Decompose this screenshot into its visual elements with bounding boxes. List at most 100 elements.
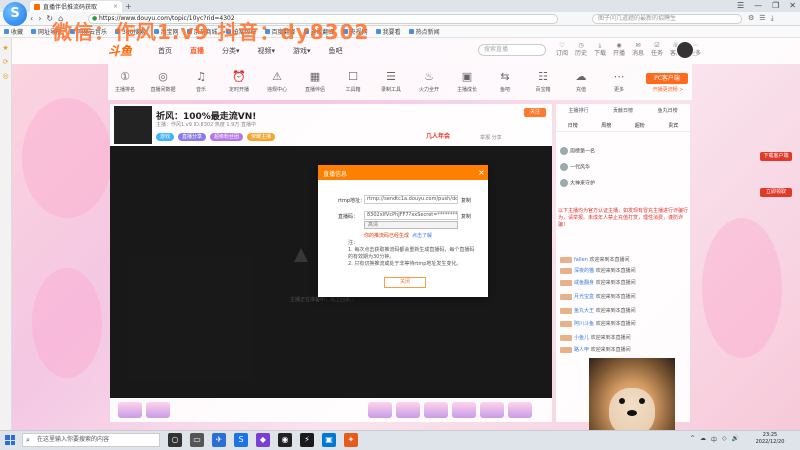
taskbar-app-icon[interactable]: ▣	[322, 433, 336, 447]
follow-button[interactable]: 关注	[524, 108, 546, 117]
gift-item[interactable]	[118, 402, 142, 418]
tool-recharge[interactable]: ☁ 充值	[566, 70, 596, 93]
tab-active[interactable]: 直播伴侣推流码获取 ×	[30, 1, 122, 12]
user-avatar[interactable]	[676, 41, 694, 59]
chat-message[interactable]: 咸鱼翻身 欢迎来到本直播间	[560, 279, 636, 286]
tool-treasure[interactable]: ☷ 百宝箱	[528, 70, 558, 93]
chat-message[interactable]: 深夜的猫 欢迎来到本直播间	[560, 267, 636, 274]
rank-header-item[interactable]: 鱼丸日榜	[658, 104, 678, 118]
taskbar-clock[interactable]: 23:25 2022/12/20	[750, 432, 790, 446]
gift-item[interactable]	[452, 402, 476, 418]
rank-item[interactable]: 一代风华	[560, 163, 590, 171]
message-icon[interactable]: ✉ 消息	[632, 42, 644, 58]
rank-item[interactable]: 周榜第一名	[560, 147, 595, 155]
gift-item[interactable]	[368, 402, 392, 418]
chat-message[interactable]: 阿川斗鱼 欢迎来到本直播间	[560, 320, 636, 327]
tray-volume-icon[interactable]: 🔊	[732, 435, 739, 444]
tab-weekly[interactable]: 周榜	[601, 120, 611, 131]
menu-icon[interactable]: ☰	[737, 0, 744, 12]
tool-companion[interactable]: ▦ 直播伴侣	[300, 70, 330, 93]
start-button[interactable]	[5, 435, 15, 445]
maximize-button[interactable]: ❐	[772, 0, 779, 12]
tab-vip[interactable]: 贵宾	[668, 120, 678, 131]
douyu-search-input[interactable]: 搜索直播	[478, 44, 546, 56]
tool-music[interactable]: ♫ 音乐	[186, 70, 216, 93]
bookmark-item[interactable]: 热点新闻	[408, 27, 440, 36]
new-tab-button[interactable]: +	[125, 1, 132, 12]
pc-client-button[interactable]: PC客户端	[646, 73, 688, 84]
forward-button[interactable]: ›	[38, 14, 41, 23]
favorites-star-icon[interactable]: ★	[0, 44, 11, 52]
broadcast-icon[interactable]: ◉ 开播	[613, 42, 625, 58]
target-icon[interactable]: ◎	[0, 72, 11, 80]
taskbar-app-icon[interactable]: ○	[168, 433, 182, 447]
nav-video[interactable]: 视频▾	[258, 46, 276, 56]
copy-key-button[interactable]: 复制	[461, 213, 471, 220]
streamer-avatar[interactable]	[114, 106, 152, 144]
rtmp-url-field[interactable]: rtmp://sendtc1a.douyu.com/push/douyu	[364, 195, 458, 204]
bookmark-item[interactable]: 收藏	[4, 27, 23, 36]
gift-item[interactable]	[424, 402, 448, 418]
chat-message[interactable]: fallen 欢迎来到本直播间	[560, 256, 629, 263]
taskbar-app-icon[interactable]: ▭	[190, 433, 204, 447]
browser-search-input[interactable]: 图子问几道题的最新的招聘生	[592, 14, 742, 24]
stream-key-field[interactable]: 8302xIfVcPhJFF7?xxSecret=**********	[364, 211, 458, 220]
subscribe-icon[interactable]: ♡ 订阅	[556, 42, 568, 58]
minimize-button[interactable]: —	[754, 0, 762, 12]
tab-close-icon[interactable]: ×	[113, 3, 118, 10]
nav-yuba[interactable]: 鱼吧	[329, 46, 343, 56]
room-event-label[interactable]: 几人年会	[426, 131, 450, 140]
tool-yuba[interactable]: ⇆ 鱼吧	[490, 70, 520, 93]
tool-violation[interactable]: ⚠ 违规中心	[262, 70, 292, 93]
room-tag[interactable]: 超级粉丝团	[210, 133, 244, 141]
learn-more-link[interactable]: 点击了解	[412, 233, 432, 239]
history-icon[interactable]: ⟳	[0, 58, 11, 66]
taskbar-app-icon[interactable]: ✦	[344, 433, 358, 447]
tab-super-fans[interactable]: 超粉	[635, 120, 645, 131]
download-icon[interactable]: ⤓	[771, 14, 774, 23]
chat-message[interactable]: 鱼丸大王 欢迎来到本直播间	[560, 307, 636, 314]
tool-firepower[interactable]: ♨ 火力全开	[414, 70, 444, 93]
hamburger-menu-icon[interactable]: ☰	[759, 14, 765, 23]
taskbar-app-icon[interactable]: ◆	[256, 433, 270, 447]
tab-daily[interactable]: 日榜	[568, 120, 578, 131]
nav-game[interactable]: 游戏▾	[293, 46, 311, 56]
tool-ranking[interactable]: ① 主播排名	[110, 70, 140, 93]
gift-item[interactable]	[480, 402, 504, 418]
tool-more[interactable]: ⋯ 更多	[604, 70, 634, 93]
ad-download-button[interactable]: 下载客户端	[760, 152, 792, 161]
tool-schedule[interactable]: ⏰ 定时开播	[224, 70, 254, 93]
settings-icon[interactable]: ⚙	[748, 14, 754, 23]
dialog-close-button[interactable]: 关闭	[384, 277, 426, 288]
copy-rtmp-button[interactable]: 复制	[461, 197, 471, 204]
history-icon[interactable]: ◷ 历史	[575, 42, 587, 58]
room-tag[interactable]: 直播分享	[178, 133, 207, 141]
report-share-links[interactable]: 举报 分享	[480, 134, 502, 141]
nav-home[interactable]: 首页	[158, 46, 172, 56]
tray-ime-icon[interactable]: 中	[711, 435, 717, 444]
taskbar-app-icon[interactable]: ✈	[212, 433, 226, 447]
tool-record[interactable]: ☰ 录制工具	[376, 70, 406, 93]
taskbar-search-input[interactable]: ⌕ 在这里输入你要搜索的内容	[22, 433, 160, 447]
download-icon[interactable]: ⤓ 下载	[594, 42, 606, 58]
tray-network-icon[interactable]: ◇	[722, 435, 727, 444]
gift-item[interactable]	[396, 402, 420, 418]
tool-growth[interactable]: ▣ 主播成长	[452, 70, 482, 93]
tool-toolbox[interactable]: ☐ 工具箱	[338, 70, 368, 93]
chat-message[interactable]: 路人甲 欢迎来到本直播间	[560, 346, 631, 353]
gift-item[interactable]	[508, 402, 532, 418]
task-icon[interactable]: ☑ 任务	[651, 42, 663, 58]
gift-item[interactable]	[146, 402, 170, 418]
rank-item[interactable]: 大神来守护	[560, 179, 595, 187]
tool-room-data[interactable]: ◎ 直播间数据	[148, 70, 178, 93]
room-tag[interactable]: 游戏	[156, 133, 175, 141]
taskbar-app-icon[interactable]: ◉	[278, 433, 292, 447]
close-window-button[interactable]: ✕	[789, 0, 796, 12]
taskbar-app-icon[interactable]: S	[234, 433, 248, 447]
room-tag[interactable]: 荣耀主播	[247, 133, 276, 141]
chat-message[interactable]: 小鱼儿 欢迎来到本直播间	[560, 334, 631, 341]
bookmark-item[interactable]: 我要看	[375, 27, 401, 36]
ad-claim-button[interactable]: 立即领取	[760, 188, 792, 197]
nav-category[interactable]: 分类▾	[222, 46, 240, 56]
tray-cloud-icon[interactable]: ☁	[700, 435, 706, 444]
